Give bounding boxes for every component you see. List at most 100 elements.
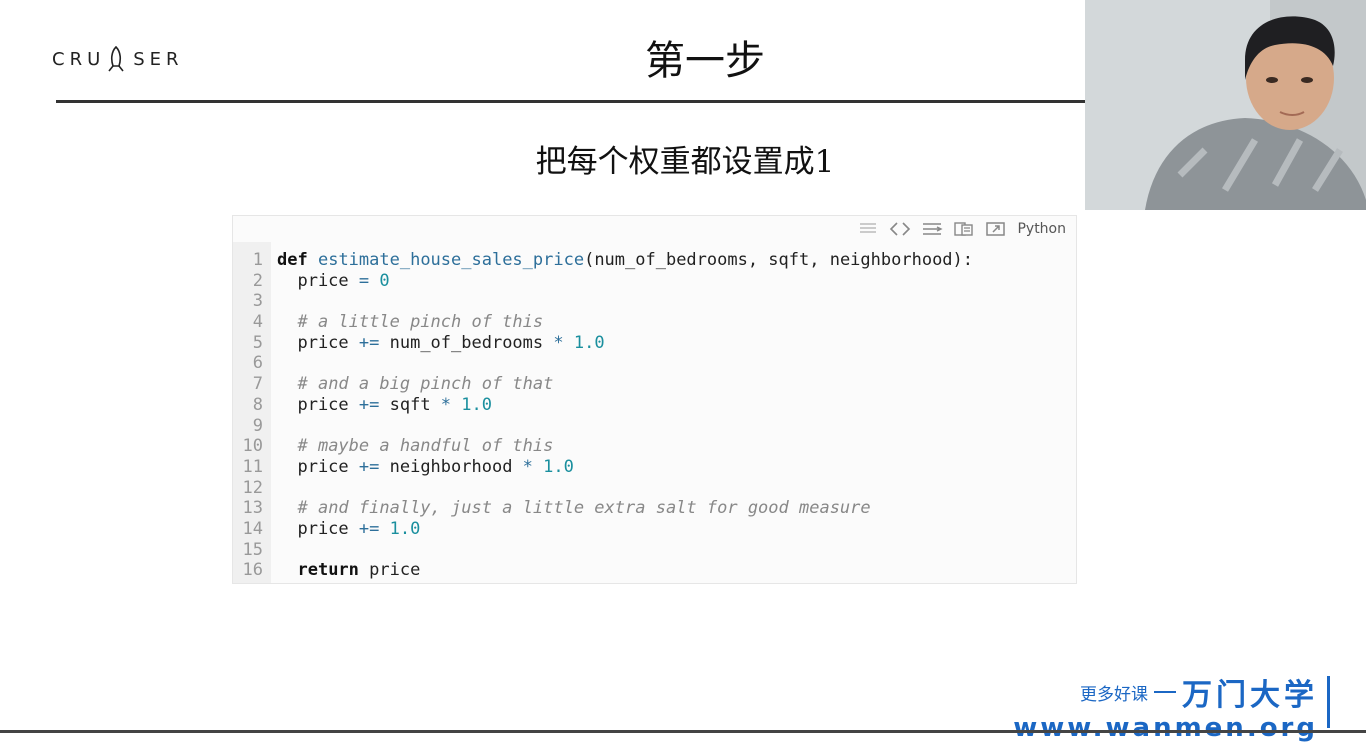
code-line: 5 price += num_of_bedrooms * 1.0 <box>233 333 1076 354</box>
slide-subtitle: 把每个权重都设置成1 <box>535 144 835 180</box>
code-token: += <box>358 456 380 477</box>
line-number: 3 <box>252 291 263 312</box>
code-token: * <box>522 456 533 477</box>
code-source: price += neighborhood * 1.0 <box>277 456 574 478</box>
line-number: 7 <box>252 374 263 395</box>
code-line: 10 # maybe a handful of this <box>233 436 1076 457</box>
line-number: 4 <box>252 312 263 333</box>
line-number: 9 <box>252 415 263 436</box>
code-token: # maybe a handful of this <box>297 436 554 457</box>
wrap-lines-icon[interactable] <box>921 220 944 238</box>
code-token: = <box>358 270 370 291</box>
cruiser-logo: CRU SER <box>52 46 184 72</box>
code-line: 6 <box>233 353 1076 374</box>
code-token: return <box>297 560 359 581</box>
popout-icon[interactable] <box>985 220 1007 238</box>
title-divider <box>56 100 1086 103</box>
code-source: price = 0 <box>277 270 390 292</box>
code-source: # a little pinch of this <box>277 312 543 333</box>
code-token: def <box>277 250 308 270</box>
code-source: price += 1.0 <box>277 519 420 540</box>
list-icon[interactable] <box>857 220 879 238</box>
watermark-bar <box>1327 676 1330 728</box>
webcam-video <box>1085 0 1366 210</box>
line-number: 6 <box>252 353 263 374</box>
code-line: 14 price += 1.0 <box>233 519 1076 540</box>
code-line: 8 price += sqft * 1.0 <box>233 395 1076 416</box>
copy-icon[interactable] <box>953 220 975 238</box>
code-token: (num_of_bedrooms, sqft, neighborhood): <box>584 250 974 270</box>
code-token: 1.0 <box>461 394 493 415</box>
code-line: 13 # and finally, just a little extra sa… <box>233 498 1076 519</box>
code-token: price <box>277 270 359 291</box>
line-number: 12 <box>242 477 263 498</box>
code-token: += <box>358 332 380 353</box>
code-source: def estimate_house_sales_price(num_of_be… <box>277 250 973 271</box>
code-token: num_of_bedrooms <box>379 332 554 353</box>
code-line: 1 def estimate_house_sales_price(num_of_b… <box>233 250 1076 271</box>
line-number: 13 <box>242 498 263 519</box>
code-token: price <box>277 456 359 477</box>
code-source: price += sqft * 1.0 <box>277 395 492 416</box>
code-brackets-icon[interactable] <box>889 220 911 238</box>
code-token: # and a big pinch of that <box>297 374 554 395</box>
code-token: price <box>358 560 421 581</box>
code-token: # and finally, just a little extra salt … <box>297 498 871 519</box>
code-source: # maybe a handful of this <box>277 436 553 457</box>
code-token: += <box>358 518 380 539</box>
line-number: 15 <box>242 539 263 560</box>
code-token: 1.0 <box>573 332 605 353</box>
code-token: * <box>440 394 452 415</box>
code-token: estimate_house_sales_price <box>317 250 585 270</box>
code-source: return price <box>277 560 420 581</box>
code-token: neighborhood <box>379 456 523 477</box>
code-source: # and a big pinch of that <box>277 374 553 395</box>
watermark-dash <box>1154 691 1176 693</box>
code-token: price <box>277 332 359 353</box>
code-line: 2 price = 0 <box>233 271 1076 292</box>
line-number: 11 <box>242 456 263 477</box>
line-number: 8 <box>252 394 263 415</box>
code-source: # and finally, just a little extra salt … <box>277 498 871 519</box>
code-token: 0 <box>379 270 390 291</box>
code-token: += <box>358 394 380 415</box>
line-number: 5 <box>252 332 263 353</box>
line-number: 2 <box>252 270 263 291</box>
code-token: * <box>553 332 564 353</box>
code-lines: 1 def estimate_house_sales_price(num_of_b… <box>233 250 1076 581</box>
code-line: 7 # and a big pinch of that <box>233 374 1076 395</box>
line-number: 10 <box>242 436 263 457</box>
code-token: sqft <box>379 394 441 415</box>
language-label: Python <box>1017 221 1066 237</box>
watermark-url: www.wanmen.org <box>1013 713 1318 743</box>
code-line: 9 <box>233 416 1076 437</box>
rocket-logo-icon <box>108 46 124 72</box>
code-token: 1.0 <box>389 518 421 539</box>
line-number: 14 <box>242 518 263 539</box>
code-line: 11 price += neighborhood * 1.0 <box>233 457 1076 478</box>
logo-text-left: CRU <box>52 48 106 70</box>
code-line: 12 <box>233 478 1076 499</box>
code-line: 3 <box>233 291 1076 312</box>
line-number: 1 <box>252 250 263 270</box>
code-source: price += num_of_bedrooms * 1.0 <box>277 332 605 354</box>
code-line: 16 return price <box>233 560 1076 581</box>
code-toolbar: Python <box>857 217 1066 241</box>
code-token: # a little pinch of this <box>297 312 544 333</box>
code-token: 1.0 <box>543 456 574 477</box>
watermark-tagline: 更多好课 <box>1080 684 1148 705</box>
slide-title: 第一步 <box>645 38 765 84</box>
code-line: 15 <box>233 540 1076 561</box>
watermark-brand: 万门大学 <box>1182 678 1318 713</box>
